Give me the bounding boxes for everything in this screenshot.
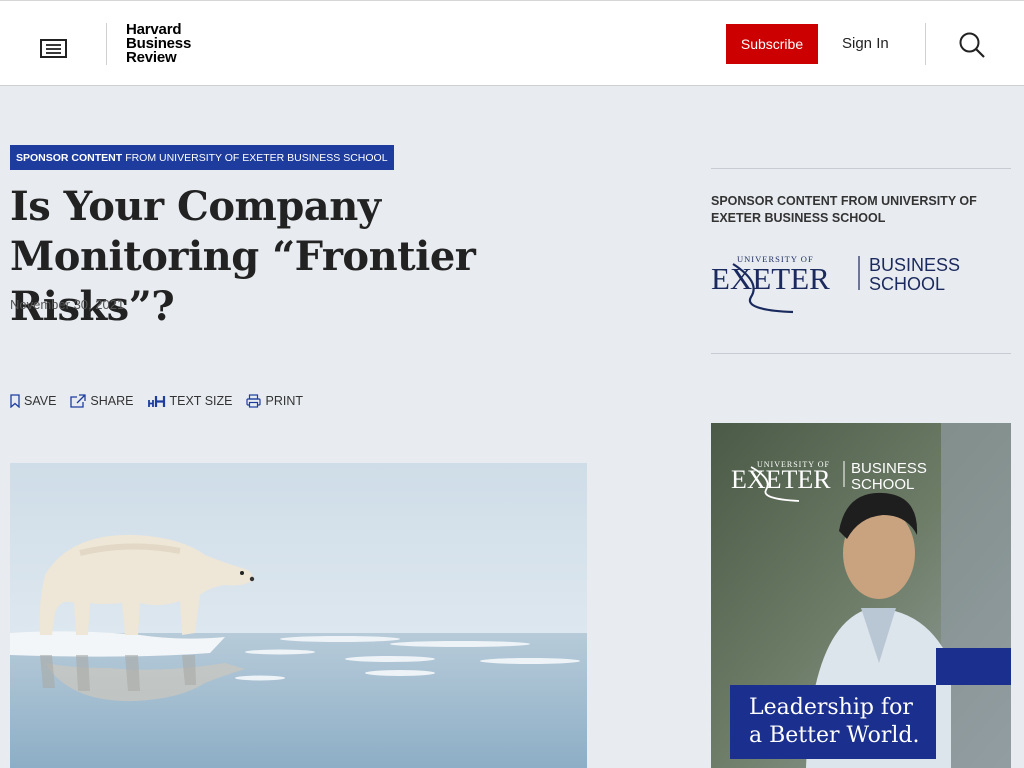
- header-divider: [925, 23, 926, 65]
- logo-right-text-1: BUSINESS: [869, 255, 960, 275]
- text-size-button[interactable]: TEXT SIZE: [147, 394, 233, 408]
- ad-logo-right-1: BUSINESS: [851, 460, 927, 477]
- site-header: Harvard Business Review Subscribe Sign I…: [0, 0, 1024, 86]
- ad-tagline: Leadership for a Better World.: [730, 685, 936, 759]
- article-date: November 30, 2021: [10, 297, 125, 312]
- sponsor-tag-source: FROM UNIVERSITY OF EXETER BUSINESS SCHOO…: [125, 151, 388, 164]
- sidebar-divider: [711, 168, 1011, 169]
- text-size-icon: [147, 395, 165, 407]
- print-label: PRINT: [265, 394, 303, 408]
- search-icon[interactable]: [958, 31, 986, 59]
- printer-icon: [246, 394, 262, 408]
- logo-line: Review: [126, 49, 177, 66]
- header-divider: [106, 23, 107, 65]
- share-icon: [70, 394, 87, 408]
- sponsor-content-tag: SPONSOR CONTENT FROM UNIVERSITY OF EXETE…: [10, 145, 394, 170]
- logo-main-text: EXETER: [711, 261, 830, 296]
- save-button[interactable]: SAVE: [10, 394, 56, 408]
- ad-accent-block: [936, 648, 1011, 685]
- logo-right-text-2: SCHOOL: [869, 274, 945, 294]
- exeter-business-school-logo[interactable]: UNIVERSITY OF EXETER BUSINESS SCHOOL: [711, 252, 966, 314]
- text-size-label: TEXT SIZE: [169, 394, 233, 408]
- share-label: SHARE: [90, 394, 134, 408]
- print-button[interactable]: PRINT: [246, 394, 303, 408]
- menu-icon[interactable]: [40, 37, 67, 59]
- sidebar-divider: [711, 353, 1011, 354]
- bookmark-icon: [10, 394, 20, 408]
- hero-image-polar-bear: [10, 463, 587, 768]
- sidebar-ad-exeter[interactable]: UNIVERSITY OF EXETER BUSINESS SCHOOL Lea…: [711, 423, 1011, 768]
- sidebar-sponsor-heading: SPONSOR CONTENT FROM UNIVERSITY OF EXETE…: [711, 194, 977, 225]
- ad-tagline-line: Leadership for: [749, 695, 913, 720]
- ad-tagline-line: a Better World.: [749, 723, 920, 748]
- ad-logo-main: EXETER: [731, 465, 831, 494]
- ad-logo-right-2: SCHOOL: [851, 476, 914, 493]
- share-button[interactable]: SHARE: [70, 394, 134, 408]
- hbr-logo[interactable]: Harvard Business Review: [126, 22, 191, 66]
- sponsor-tag-label: SPONSOR CONTENT: [16, 151, 123, 164]
- article-toolbar: SAVE SHARE TEXT SIZE PRINT: [10, 394, 303, 408]
- save-label: SAVE: [24, 394, 57, 408]
- sign-in-link[interactable]: Sign In: [842, 35, 889, 52]
- subscribe-button[interactable]: Subscribe: [726, 24, 818, 64]
